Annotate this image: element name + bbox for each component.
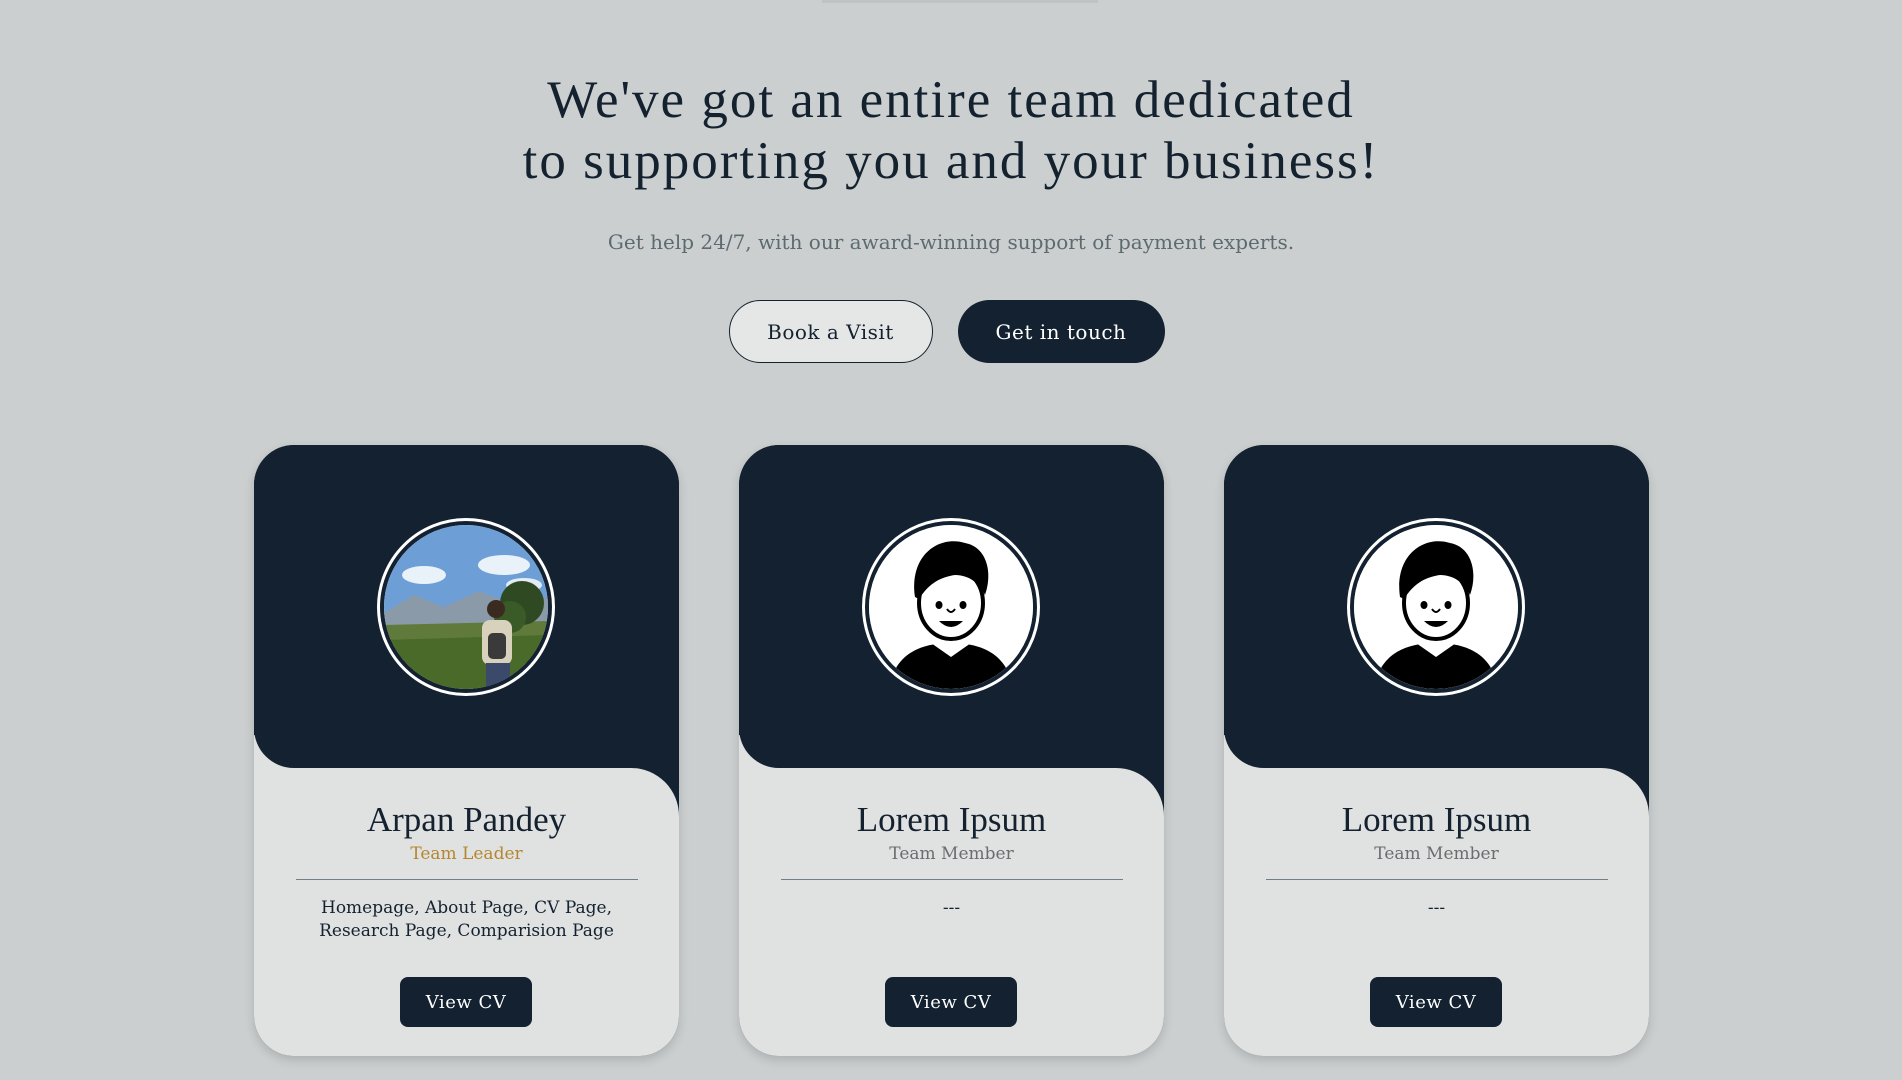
member-role: Team Leader <box>410 844 523 864</box>
cta-buttons: Book a Visit Get in touch <box>0 300 1902 363</box>
person-illustration-icon <box>869 525 1033 689</box>
hero-subtitle: Get help 24/7, with our award-winning su… <box>607 230 1295 254</box>
view-cv-button[interactable]: View CV <box>400 977 532 1027</box>
member-description: --- <box>942 898 961 918</box>
hero-title: We've got an entire team dedicated to su… <box>0 70 1902 192</box>
top-divider <box>822 0 1098 3</box>
avatar-photo <box>384 525 548 689</box>
hero-title-line2: to supporting you and your business! <box>522 132 1380 190</box>
card-divider <box>295 879 638 880</box>
get-in-touch-button[interactable]: Get in touch <box>957 300 1165 363</box>
member-role: Team Member <box>889 844 1014 864</box>
member-description: Homepage, About Page, CV Page, Research … <box>319 898 614 941</box>
card-divider <box>1265 879 1608 880</box>
card-body: Lorem Ipsum Team Member --- View CV <box>739 768 1164 1056</box>
book-visit-button[interactable]: Book a Visit <box>728 300 933 363</box>
hero-section: We've got an entire team dedicated to su… <box>0 70 1902 254</box>
view-cv-button[interactable]: View CV <box>885 977 1017 1027</box>
card-body: Arpan Pandey Team Leader Homepage, About… <box>254 768 679 1056</box>
member-name: Lorem Ipsum <box>1341 800 1532 839</box>
team-card: Lorem Ipsum Team Member --- View CV <box>1224 445 1649 1056</box>
avatar <box>377 518 555 696</box>
avatar <box>1347 518 1525 696</box>
person-illustration-icon <box>1354 525 1518 689</box>
avatar <box>862 518 1040 696</box>
member-name: Lorem Ipsum <box>856 800 1047 839</box>
member-role: Team Member <box>1374 844 1499 864</box>
card-body: Lorem Ipsum Team Member --- View CV <box>1224 768 1649 1056</box>
card-divider <box>780 879 1123 880</box>
team-card: Lorem Ipsum Team Member --- View CV <box>739 445 1164 1056</box>
view-cv-button[interactable]: View CV <box>1370 977 1502 1027</box>
hero-title-line1: We've got an entire team dedicated <box>547 71 1355 129</box>
member-name: Arpan Pandey <box>366 800 567 839</box>
member-description: --- <box>1427 898 1446 918</box>
team-card: Arpan Pandey Team Leader Homepage, About… <box>254 445 679 1056</box>
